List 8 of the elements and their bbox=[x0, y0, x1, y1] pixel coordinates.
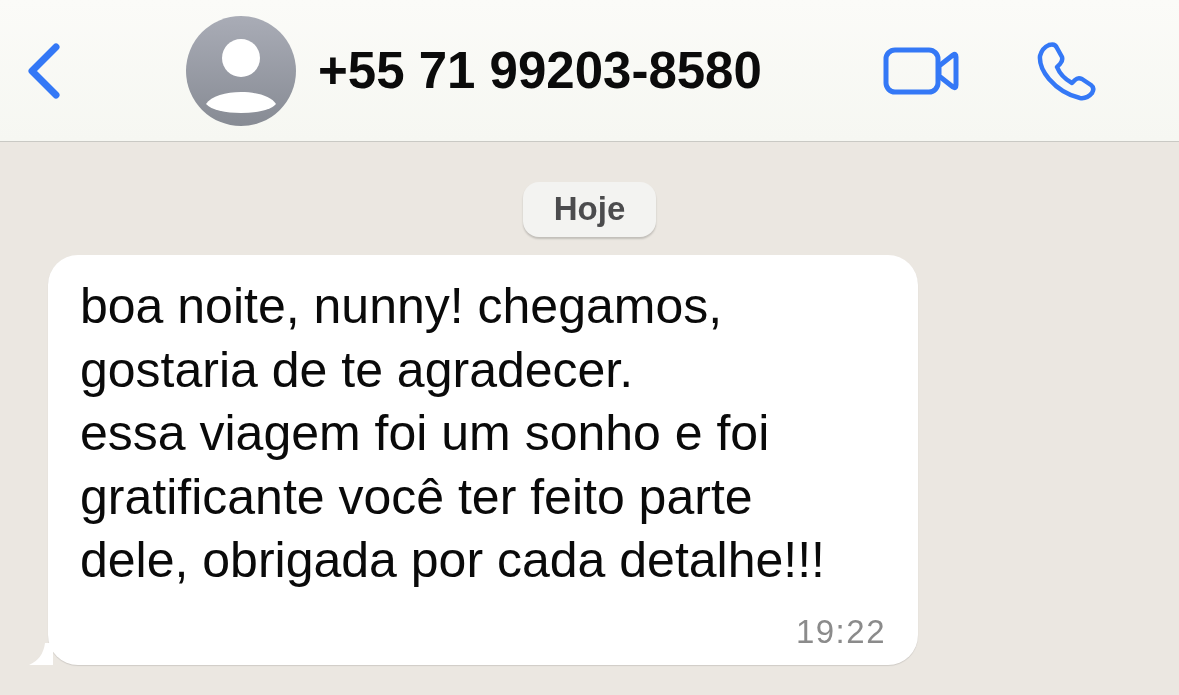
video-camera-icon[interactable] bbox=[883, 46, 959, 95]
date-chip: Hoje bbox=[522, 182, 657, 237]
back-icon[interactable] bbox=[26, 42, 62, 99]
phone-icon[interactable] bbox=[1035, 40, 1097, 101]
message-text: boa noite, nunny! chegamos, gostaria de te agradecer. essa viagem foi um sonho e foi gratificante você ter feito parte dele, obrigada por cada detalhe!!! bbox=[80, 277, 826, 590]
message-time: 19:22 bbox=[795, 612, 886, 651]
contact-name[interactable]: +55 71 99203-8580 bbox=[318, 41, 762, 100]
avatar-icon[interactable] bbox=[186, 15, 296, 126]
